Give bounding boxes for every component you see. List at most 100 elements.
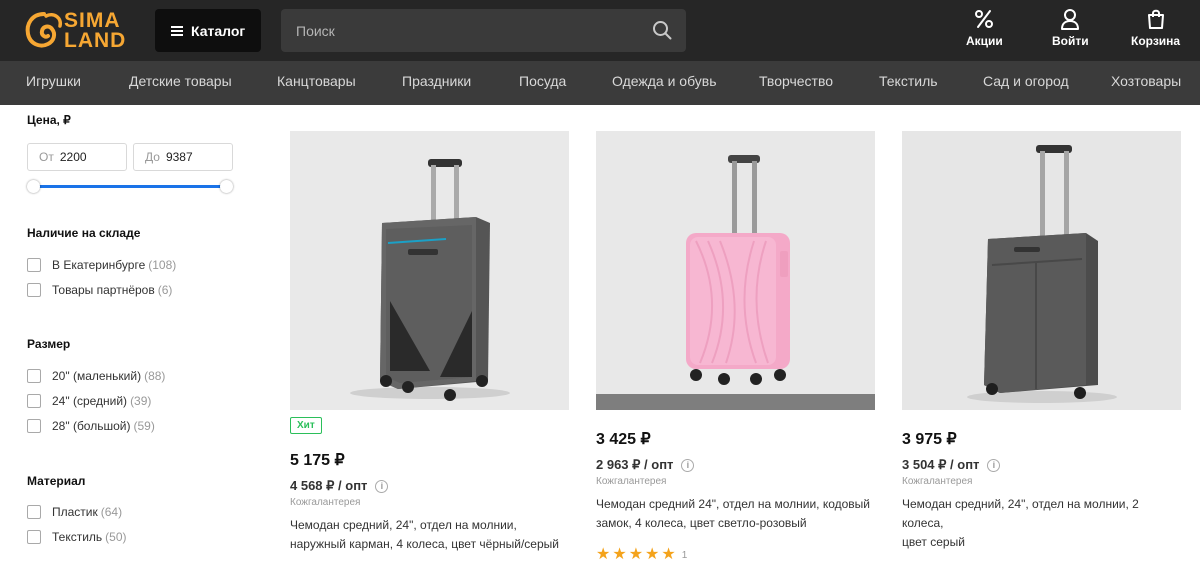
login-button[interactable]: Войти bbox=[1052, 8, 1089, 48]
checkbox[interactable] bbox=[27, 369, 41, 383]
option-label: Товары партнёров bbox=[52, 283, 155, 297]
sima-land-logo[interactable]: SIMA LAND bbox=[24, 10, 134, 52]
price-from-value: 2200 bbox=[59, 150, 87, 164]
price-to-field[interactable]: До 9387 bbox=[133, 143, 233, 171]
percent-icon bbox=[975, 10, 994, 28]
material-filter-title: Материал bbox=[27, 474, 86, 488]
user-icon bbox=[1061, 9, 1080, 30]
material-option-plastic[interactable]: Пластик (64) bbox=[27, 504, 122, 520]
logo-text: SIMA LAND bbox=[64, 9, 127, 52]
product-title[interactable]: Чемодан средний 24", отдел на молнии, ко… bbox=[596, 495, 876, 533]
rating-count: 1 bbox=[681, 549, 688, 561]
search-input[interactable] bbox=[281, 9, 641, 52]
product-title[interactable]: Чемодан средний, 24", отдел на молнии, н… bbox=[290, 516, 570, 554]
nav-item-dishes[interactable]: Посуда bbox=[519, 61, 566, 105]
option-count: (59) bbox=[133, 419, 155, 433]
price-filter-title: Цена, ₽ bbox=[27, 113, 71, 127]
hit-badge: Хит bbox=[290, 417, 322, 434]
product-title-line: замок, 4 колеса, цвет светло-розовый bbox=[596, 516, 807, 530]
product-image-3[interactable] bbox=[902, 131, 1181, 410]
product-price: 3 975 ₽ bbox=[902, 431, 957, 448]
nav-item-garden[interactable]: Сад и огород bbox=[983, 61, 1069, 105]
nav-item-stationery[interactable]: Канцтовары bbox=[277, 61, 356, 105]
option-label: 28" (большой) bbox=[52, 419, 131, 433]
nav-item-household[interactable]: Хозтовары bbox=[1111, 61, 1181, 105]
nav-item-clothes[interactable]: Одежда и обувь bbox=[612, 61, 717, 105]
nav-item-toys[interactable]: Игрушки bbox=[26, 61, 81, 105]
size-option-20[interactable]: 20" (маленький) (88) bbox=[27, 368, 165, 384]
cart-label: Корзина bbox=[1131, 34, 1181, 48]
price-slider-track[interactable] bbox=[33, 185, 226, 188]
checkbox[interactable] bbox=[27, 258, 41, 272]
product-title[interactable]: Чемодан средний, 24", отдел на молнии, 2… bbox=[902, 495, 1182, 552]
header: SIMA LAND Каталог Акции Войти bbox=[0, 0, 1200, 61]
product-title-line: Чемодан средний 24", отдел на молнии, ко… bbox=[596, 497, 870, 511]
product-price: 5 175 ₽ bbox=[290, 452, 345, 469]
price-slider-min-handle[interactable] bbox=[27, 180, 40, 193]
info-icon[interactable]: i bbox=[681, 458, 695, 472]
option-label: В Екатеринбурге bbox=[52, 258, 146, 272]
star-icon: ★ bbox=[612, 546, 627, 563]
nav-item-creativity[interactable]: Творчество bbox=[759, 61, 833, 105]
option-count: (64) bbox=[100, 505, 123, 519]
size-option-28[interactable]: 28" (большой) (59) bbox=[27, 418, 155, 434]
product-title-line: Чемодан средний, 24", отдел на молнии, bbox=[290, 518, 517, 532]
stock-option-ekaterinburg[interactable]: В Екатеринбурге (108) bbox=[27, 257, 176, 273]
option-label: Текстиль bbox=[52, 530, 103, 544]
promotions-label: Акции bbox=[966, 34, 1003, 48]
option-count: (6) bbox=[157, 283, 173, 297]
option-count: (39) bbox=[130, 394, 152, 408]
size-option-24[interactable]: 24" (средний) (39) bbox=[27, 393, 151, 409]
nav-item-textile[interactable]: Текстиль bbox=[879, 61, 938, 105]
category-nav: Игрушки Детские товары Канцтовары Праздн… bbox=[0, 61, 1200, 105]
option-count: (50) bbox=[105, 530, 127, 544]
cart-button[interactable]: Корзина bbox=[1131, 8, 1180, 48]
checkbox[interactable] bbox=[27, 394, 41, 408]
nav-item-holidays[interactable]: Праздники bbox=[402, 61, 471, 105]
logo-icon bbox=[25, 12, 63, 48]
price-to-label: До bbox=[145, 150, 160, 164]
stock-filter-title: Наличие на складе bbox=[27, 226, 141, 240]
checkbox[interactable] bbox=[27, 505, 41, 519]
product-brand[interactable]: Кожгалантерея bbox=[290, 497, 360, 508]
rating-stars[interactable]: ★ ★ ★ ★ ★ 1 bbox=[596, 547, 687, 563]
product-image-2[interactable] bbox=[596, 131, 875, 410]
suitcase-pink-image bbox=[596, 131, 875, 410]
stock-option-partners[interactable]: Товары партнёров (6) bbox=[27, 282, 172, 298]
product-title-line: Чемодан средний, 24", отдел на молнии, 2… bbox=[902, 497, 1139, 530]
star-icon: ★ bbox=[628, 546, 644, 563]
login-label: Войти bbox=[1052, 34, 1089, 48]
product-wholesale-price: 4 568 ₽ / опт i bbox=[290, 478, 389, 494]
product-wholesale-price: 2 963 ₽ / опт i bbox=[596, 457, 695, 473]
search-icon[interactable] bbox=[652, 20, 672, 40]
checkbox[interactable] bbox=[27, 530, 41, 544]
suitcase-dark-grey-image bbox=[290, 131, 569, 410]
size-filter-title: Размер bbox=[27, 337, 71, 351]
checkbox[interactable] bbox=[27, 419, 41, 433]
search-bar bbox=[281, 9, 686, 52]
price-from-field[interactable]: От 2200 bbox=[27, 143, 127, 171]
info-icon[interactable]: i bbox=[987, 458, 1001, 472]
product-brand[interactable]: Кожгалантерея bbox=[902, 476, 972, 487]
star-icon: ★ bbox=[596, 546, 611, 563]
info-icon[interactable]: i bbox=[375, 479, 389, 493]
option-label: 24" (средний) bbox=[52, 394, 128, 408]
catalog-button[interactable]: Каталог bbox=[155, 9, 261, 52]
price-to-value: 9387 bbox=[165, 150, 193, 164]
product-title-line: цвет серый bbox=[902, 535, 965, 549]
material-option-textile[interactable]: Текстиль (50) bbox=[27, 529, 127, 545]
option-label: 20" (маленький) bbox=[52, 369, 142, 383]
shopping-bag-icon bbox=[1147, 9, 1164, 29]
product-wholesale-price: 3 504 ₽ / опт i bbox=[902, 457, 1001, 473]
promotions-button[interactable]: Акции bbox=[966, 8, 1003, 48]
product-price: 3 425 ₽ bbox=[596, 431, 651, 448]
menu-icon bbox=[171, 25, 183, 36]
product-image-1[interactable] bbox=[290, 131, 569, 410]
price-slider-max-handle[interactable] bbox=[220, 180, 233, 193]
wholesale-price-text: 4 568 ₽ / опт bbox=[290, 478, 368, 493]
product-brand[interactable]: Кожгалантерея bbox=[596, 476, 666, 487]
nav-item-kids[interactable]: Детские товары bbox=[129, 61, 232, 105]
wholesale-price-text: 3 504 ₽ / опт bbox=[902, 457, 980, 472]
star-icon: ★ bbox=[645, 546, 660, 563]
checkbox[interactable] bbox=[27, 283, 41, 297]
